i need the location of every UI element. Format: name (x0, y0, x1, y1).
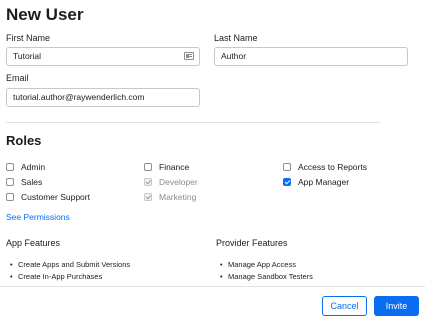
role-finance[interactable]: Finance (144, 161, 189, 173)
role-sales-checkbox[interactable] (6, 178, 14, 186)
provider-features-list: Manage App Access Manage Sandbox Testers (218, 259, 313, 283)
section-divider (6, 122, 380, 123)
list-item: Manage Sandbox Testers (218, 271, 313, 283)
role-admin[interactable]: Admin (6, 161, 45, 173)
email-field[interactable]: tutorial.author@raywenderlich.com (6, 88, 200, 107)
role-marketing-label: Marketing (159, 192, 197, 202)
first-name-field[interactable]: Tutorial (6, 47, 200, 66)
role-app-manager-checkbox[interactable] (283, 178, 291, 186)
roles-title: Roles (6, 133, 42, 148)
role-customer-support-checkbox[interactable] (6, 193, 14, 201)
role-admin-checkbox[interactable] (6, 163, 14, 171)
role-sales-label: Sales (21, 177, 43, 187)
last-name-label: Last Name (214, 33, 258, 43)
role-access-to-reports-label: Access to Reports (298, 162, 367, 172)
invite-button[interactable]: Invite (374, 296, 419, 316)
first-name-value: Tutorial (13, 51, 42, 61)
role-admin-label: Admin (21, 162, 46, 172)
last-name-field[interactable]: Author (214, 47, 408, 66)
see-permissions-link[interactable]: See Permissions (6, 212, 70, 222)
provider-features-title: Provider Features (216, 238, 288, 248)
role-app-manager-label: App Manager (298, 177, 350, 187)
role-access-to-reports-checkbox[interactable] (283, 163, 291, 171)
list-item: Create In-App Purchases (8, 271, 130, 283)
role-developer: Developer (144, 176, 198, 188)
role-customer-support[interactable]: Customer Support (6, 191, 90, 203)
app-features-title: App Features (6, 238, 61, 248)
page-title: New User (6, 5, 84, 24)
role-sales[interactable]: Sales (6, 176, 42, 188)
email-label: Email (6, 73, 29, 83)
app-features-list: Create Apps and Submit Versions Create I… (8, 259, 130, 283)
role-access-to-reports[interactable]: Access to Reports (283, 161, 367, 173)
role-finance-checkbox[interactable] (144, 163, 152, 171)
role-developer-label: Developer (159, 177, 198, 187)
role-marketing-checkbox (144, 193, 152, 201)
list-item: Manage App Access (218, 259, 313, 271)
cancel-button[interactable]: Cancel (322, 296, 367, 316)
role-app-manager[interactable]: App Manager (283, 176, 349, 188)
first-name-label: First Name (6, 33, 51, 43)
contact-card-icon[interactable] (184, 52, 194, 60)
role-finance-label: Finance (159, 162, 190, 172)
role-developer-checkbox (144, 178, 152, 186)
email-value: tutorial.author@raywenderlich.com (13, 92, 145, 102)
list-item: Create Apps and Submit Versions (8, 259, 130, 271)
role-customer-support-label: Customer Support (21, 192, 90, 202)
role-marketing: Marketing (144, 191, 196, 203)
footer-divider (0, 286, 425, 287)
last-name-value: Author (221, 51, 247, 61)
